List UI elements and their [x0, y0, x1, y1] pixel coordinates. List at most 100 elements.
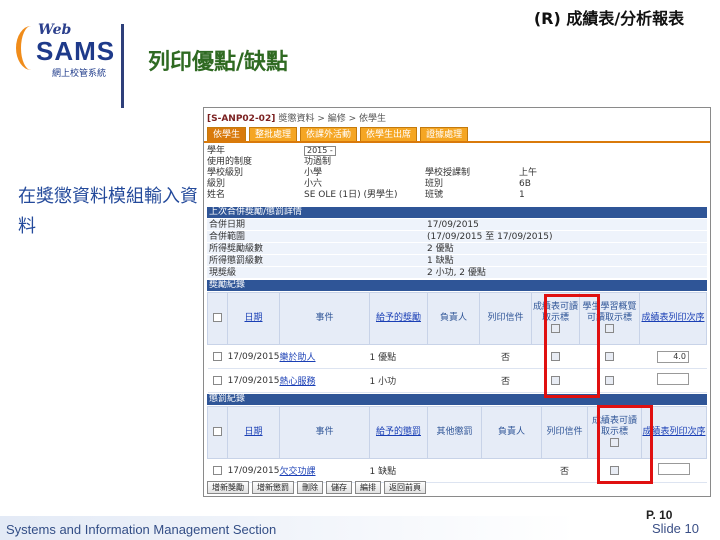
info-row: 使用的制度 功過制	[207, 157, 707, 168]
back-button[interactable]: 返回前頁	[384, 481, 426, 494]
school-year-select[interactable]: 2015 -	[304, 146, 336, 157]
print-order-input[interactable]: 4.0	[657, 350, 689, 363]
merge-label: 所得獎勵級數	[209, 244, 264, 254]
logo-sams-text: SAMS	[36, 36, 116, 66]
slide-number: Slide 10	[652, 521, 699, 536]
tab-by-activity[interactable]: 依課外活動	[300, 127, 358, 141]
print-order-input[interactable]	[657, 373, 689, 385]
merge-row: 合併範圍 (17/09/2015 至 17/09/2015)	[207, 231, 707, 243]
tab-evidence[interactable]: 證據處理	[420, 127, 469, 141]
app-screenshot: [S-ANP02-02] 獎懲資料 > 編修 > 依學生 依學生 整批處理 依課…	[203, 107, 711, 497]
row-event[interactable]: 欠交功課	[279, 458, 370, 483]
merge-row: 所得懲罰級數 1 缺點	[207, 255, 707, 267]
row-select-cell	[207, 368, 228, 393]
section-header-punishments: 懲罰紀錄	[207, 394, 707, 405]
row-order-cell: 4.0	[639, 344, 707, 369]
row-award: 1 優點	[369, 344, 428, 369]
select-all-checkbox[interactable]	[213, 313, 222, 322]
table-row[interactable]: 17/09/2015 樂於助人 1 優點 否 4.0	[207, 344, 707, 369]
row-event[interactable]: 樂於助人	[279, 344, 370, 369]
row-order-cell	[639, 368, 707, 393]
info-label: 學校授課制	[425, 168, 471, 178]
row-checkbox[interactable]	[213, 465, 222, 475]
merge-value: (17/09/2015 至 17/09/2015)	[427, 232, 553, 242]
col-person: 負責人	[427, 292, 480, 345]
row-select-cell	[207, 458, 228, 483]
header-checkbox[interactable]	[605, 324, 614, 333]
header-divider	[121, 24, 124, 108]
row-checkbox[interactable]	[605, 351, 614, 361]
select-all-cell	[207, 292, 228, 345]
row-person	[427, 344, 480, 369]
col-date[interactable]: 日期	[227, 406, 280, 459]
merge-row: 合併日期 17/09/2015	[207, 219, 707, 231]
info-value: 1	[519, 190, 525, 200]
add-award-button[interactable]: 增新獎勵	[207, 481, 249, 494]
side-caption: 在獎懲資料模組輸入資料	[18, 186, 198, 237]
merge-row: 現獎級 2 小功, 2 優點	[207, 267, 707, 279]
section-header-awards: 獎勵紀錄	[207, 280, 707, 291]
col-event: 事件	[279, 406, 370, 459]
info-row: 姓名 SE OLE (1日) (男學生) 班號 1	[207, 190, 707, 201]
info-row: 學年 2015 -	[207, 146, 707, 157]
row-print: 否	[541, 458, 588, 483]
section-header-last-merge: 上次合併獎勵/懲罰詳情	[207, 207, 707, 218]
row-print: 否	[479, 368, 532, 393]
tab-by-student[interactable]: 依學生	[207, 127, 247, 141]
row-punishment: 1 缺點	[369, 458, 428, 483]
info-row: 級別 小六 班別 6B	[207, 179, 707, 190]
delete-button[interactable]: 刪除	[297, 481, 323, 494]
col-date[interactable]: 日期	[227, 292, 280, 345]
row-award: 1 小功	[369, 368, 428, 393]
highlight-report-flag-awards	[544, 294, 600, 398]
info-label: 學校級別	[207, 168, 244, 178]
info-value: 6B	[519, 179, 531, 189]
row-person	[427, 368, 480, 393]
row-checkbox[interactable]	[213, 351, 222, 361]
row-event[interactable]: 熱心服務	[279, 368, 370, 393]
arrange-button[interactable]: 編排	[355, 481, 381, 494]
col-print-order[interactable]: 成績表列印次序	[639, 292, 707, 345]
merge-label: 合併範圍	[209, 232, 246, 242]
action-bar: 增新獎勵 增新懲罰 刪除 儲存 編排 返回前頁	[207, 481, 426, 494]
row-checkbox[interactable]	[605, 375, 614, 385]
select-all-checkbox[interactable]	[213, 427, 222, 436]
merge-value: 17/09/2015	[427, 220, 479, 230]
select-all-cell	[207, 406, 228, 459]
col-event: 事件	[279, 292, 370, 345]
col-punishment: 給予的懲罰	[369, 406, 428, 459]
merge-row: 所得獎勵級數 2 優點	[207, 243, 707, 255]
tab-batch[interactable]: 整批處理	[249, 127, 298, 141]
merge-value: 1 缺點	[427, 256, 454, 266]
row-checkbox[interactable]	[213, 375, 222, 385]
row-person	[481, 458, 542, 483]
row-date: 17/09/2015	[227, 368, 280, 393]
info-value: SE OLE (1日) (男學生)	[304, 190, 398, 200]
info-label: 姓名	[207, 190, 226, 200]
awards-table: 日期 事件 給予的獎勵 負責人 列印信件 成績表可讀取示標 學生學習概覽可讀取示…	[207, 292, 707, 393]
info-value: 小六	[304, 179, 323, 189]
table-header-row: 日期 事件 給予的獎勵 負責人 列印信件 成績表可讀取示標 學生學習概覽可讀取示…	[207, 292, 707, 345]
student-info: 學年 2015 - 使用的制度 功過制 學校級別 小學 學校授課制 上午 級別 …	[207, 146, 707, 201]
row-other	[427, 458, 482, 483]
save-button[interactable]: 儲存	[326, 481, 352, 494]
row-select-cell	[207, 344, 228, 369]
info-label: 班別	[425, 179, 444, 189]
merge-label: 所得懲罰級數	[209, 256, 264, 266]
merge-label: 合併日期	[209, 220, 246, 230]
row-print: 否	[479, 344, 532, 369]
logo-subtitle: 網上校管系統	[52, 69, 107, 79]
breadcrumb-path: 獎懲資料 > 編修 > 依學生	[278, 114, 386, 124]
merge-value: 2 優點	[427, 244, 454, 254]
info-value: 上午	[519, 168, 538, 178]
info-label: 學年	[207, 146, 226, 156]
print-order-input[interactable]	[658, 463, 690, 475]
info-label: 使用的制度	[207, 157, 253, 167]
slide-section-title: (R) 成績表/分析報表	[533, 9, 685, 28]
slide-title: 列印優點/缺點	[148, 50, 289, 75]
table-row[interactable]: 17/09/2015 熱心服務 1 小功 否	[207, 368, 707, 393]
col-other-punishment: 其他懲罰	[427, 406, 482, 459]
info-value: 小學	[304, 168, 323, 178]
add-punishment-button[interactable]: 增新懲罰	[252, 481, 294, 494]
tab-by-attendance[interactable]: 依學生出席	[360, 127, 418, 141]
